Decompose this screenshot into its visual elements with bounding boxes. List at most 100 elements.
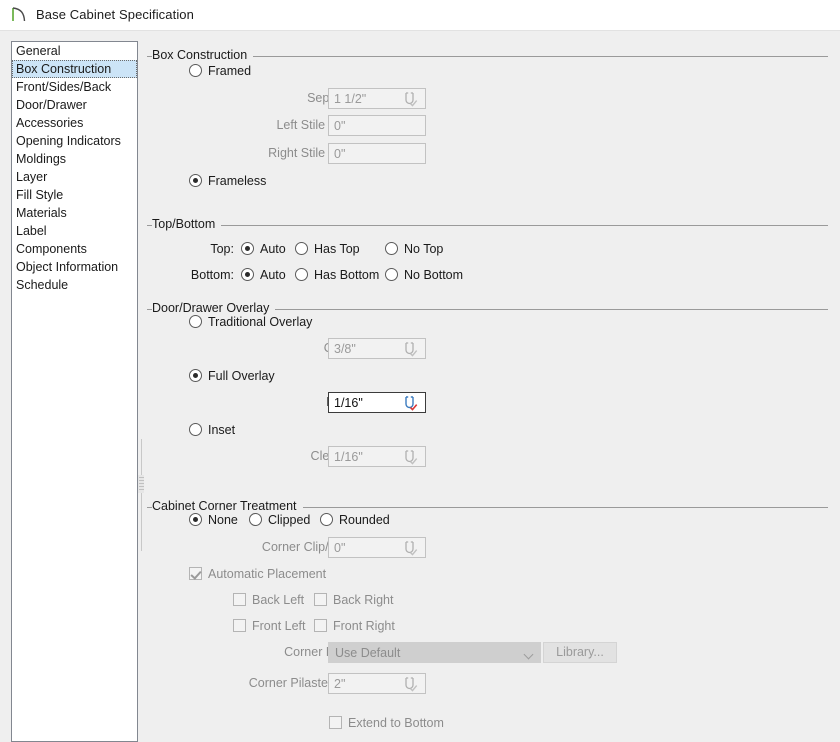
sidebar-item-general[interactable]: General — [12, 42, 137, 60]
corner-pilaster-width-value: 2" — [334, 677, 346, 691]
radio-inset-label: Inset — [208, 423, 236, 437]
sidebar-item-materials[interactable]: Materials — [12, 204, 137, 222]
left-stile-extend-row: Left Stile Extend: 0" — [144, 115, 464, 136]
separation-field[interactable]: 1 1/2" — [328, 88, 426, 109]
checkbox-front-left-label: Front Left — [252, 619, 306, 633]
radio-bottom-auto-label: Auto — [260, 268, 286, 282]
group-title-top-bottom: Top/Bottom — [152, 217, 222, 231]
left-stile-extend-field[interactable]: 0" — [328, 115, 426, 136]
radio-corner-none[interactable] — [189, 513, 202, 526]
dimension-input-icon[interactable] — [403, 676, 420, 692]
cabinet-door-swing-icon — [9, 5, 29, 25]
group-title-overlay: Door/Drawer Overlay — [152, 301, 276, 315]
clearance-value: 1/16" — [334, 450, 363, 464]
sidebar-item-accessories[interactable]: Accessories — [12, 114, 137, 132]
overlap-field[interactable]: 3/8" — [328, 338, 426, 359]
sidebar-item-door-drawer[interactable]: Door/Drawer — [12, 96, 137, 114]
corner-clip-radius-row: Corner Clip/Radius: 0" — [144, 537, 464, 558]
back-corners-row: Back Left Back Right — [144, 590, 484, 610]
bottom-label: Bottom: — [190, 268, 234, 282]
top-label: Top: — [210, 242, 234, 256]
radio-corner-rounded[interactable] — [320, 513, 333, 526]
radio-top-no-top[interactable] — [385, 242, 398, 255]
group-rule — [147, 225, 828, 226]
dimension-input-icon[interactable] — [403, 395, 420, 411]
extend-to-bottom-row[interactable]: Extend to Bottom — [144, 713, 464, 733]
checkbox-back-right[interactable] — [314, 593, 327, 606]
radio-full-overlay[interactable] — [189, 369, 202, 382]
checkbox-back-left-label: Back Left — [252, 593, 305, 607]
sidebar-item-layer[interactable]: Layer — [12, 168, 137, 186]
sidebar-item-schedule[interactable]: Schedule — [12, 276, 137, 294]
checkbox-back-right-label: Back Right — [333, 593, 394, 607]
corner-treatment-row: None Clipped Rounded — [144, 510, 544, 530]
overlap-row: Overlap: 3/8" — [144, 338, 464, 359]
corner-pilaster-dropdown[interactable]: Use Default — [328, 642, 541, 663]
corner-pilaster-row: Corner Pilaster: Use Default Library... — [144, 642, 644, 663]
automatic-placement-row[interactable]: Automatic Placement — [144, 564, 464, 584]
radio-corner-clipped[interactable] — [249, 513, 262, 526]
checkbox-automatic-placement[interactable] — [189, 567, 202, 580]
separation-row: Separation: 1 1/2" — [144, 88, 464, 109]
settings-content: Box Construction Framed Separation: 1 1/… — [144, 31, 840, 742]
library-button-label: Library... — [556, 645, 604, 659]
sidebar-item-object-information[interactable]: Object Information — [12, 258, 137, 276]
radio-traditional-overlay[interactable] — [189, 315, 202, 328]
sidebar-item-opening-indicators[interactable]: Opening Indicators — [12, 132, 137, 150]
radio-top-auto[interactable] — [241, 242, 254, 255]
library-button[interactable]: Library... — [543, 642, 617, 663]
sidebar-item-components[interactable]: Components — [12, 240, 137, 258]
reveal-value: 1/16" — [334, 396, 363, 410]
clearance-row: Clearance: 1/16" — [144, 446, 464, 467]
traditional-overlay-row[interactable]: Traditional Overlay — [144, 312, 444, 332]
sidebar-item-box-construction[interactable]: Box Construction — [12, 60, 137, 78]
group-title-corner: Cabinet Corner Treatment — [152, 499, 303, 513]
sidebar-item-label[interactable]: Label — [12, 222, 137, 240]
checkbox-front-right[interactable] — [314, 619, 327, 632]
dimension-input-icon[interactable] — [403, 540, 420, 556]
sidebar-item-front-sides-back[interactable]: Front/Sides/Back — [12, 78, 137, 96]
reveal-row: Reveal: 1/16" — [144, 392, 464, 413]
framed-radio-row[interactable]: Framed — [144, 61, 444, 81]
clearance-field[interactable]: 1/16" — [328, 446, 426, 467]
checkbox-front-left[interactable] — [233, 619, 246, 632]
group-title-box-construction: Box Construction — [152, 48, 254, 62]
radio-framed[interactable] — [189, 64, 202, 77]
corner-clip-radius-field[interactable]: 0" — [328, 537, 426, 558]
radio-inset[interactable] — [189, 423, 202, 436]
radio-bottom-has-bottom[interactable] — [295, 268, 308, 281]
dimension-input-icon[interactable] — [403, 449, 420, 465]
splitter-bar — [141, 439, 142, 551]
left-stile-extend-value: 0" — [334, 119, 346, 133]
radio-bottom-auto[interactable] — [241, 268, 254, 281]
checkbox-extend-to-bottom[interactable] — [329, 716, 342, 729]
overlap-value: 3/8" — [334, 342, 356, 356]
right-stile-extend-field[interactable]: 0" — [328, 143, 426, 164]
frameless-radio-row[interactable]: Frameless — [144, 171, 444, 191]
checkbox-automatic-placement-label: Automatic Placement — [208, 567, 327, 581]
dialog-body: General Box Construction Front/Sides/Bac… — [0, 31, 840, 742]
top-option-row: Top: Auto Has Top No Top — [144, 239, 544, 259]
panel-category-list[interactable]: General Box Construction Front/Sides/Bac… — [11, 41, 138, 742]
radio-frameless[interactable] — [189, 174, 202, 187]
checkbox-front-right-label: Front Right — [333, 619, 395, 633]
inset-row[interactable]: Inset — [144, 420, 444, 440]
dimension-input-icon[interactable] — [403, 91, 420, 107]
corner-pilaster-width-field[interactable]: 2" — [328, 673, 426, 694]
sidebar-item-moldings[interactable]: Moldings — [12, 150, 137, 168]
radio-bottom-no-bottom[interactable] — [385, 268, 398, 281]
separation-value: 1 1/2" — [334, 92, 367, 106]
radio-corner-clipped-label: Clipped — [268, 513, 311, 527]
corner-pilaster-value: Use Default — [335, 646, 401, 660]
dialog-title-bar: Base Cabinet Specification — [0, 0, 840, 31]
reveal-field[interactable]: 1/16" — [328, 392, 426, 413]
sidebar-item-fill-style[interactable]: Fill Style — [12, 186, 137, 204]
full-overlay-row[interactable]: Full Overlay — [144, 366, 444, 386]
corner-clip-radius-value: 0" — [334, 541, 346, 555]
radio-top-no-top-label: No Top — [404, 242, 444, 256]
dimension-input-icon[interactable] — [403, 341, 420, 357]
right-stile-extend-value: 0" — [334, 147, 346, 161]
right-stile-extend-row: Right Stile Extend: 0" — [144, 143, 464, 164]
checkbox-back-left[interactable] — [233, 593, 246, 606]
radio-top-has-top[interactable] — [295, 242, 308, 255]
